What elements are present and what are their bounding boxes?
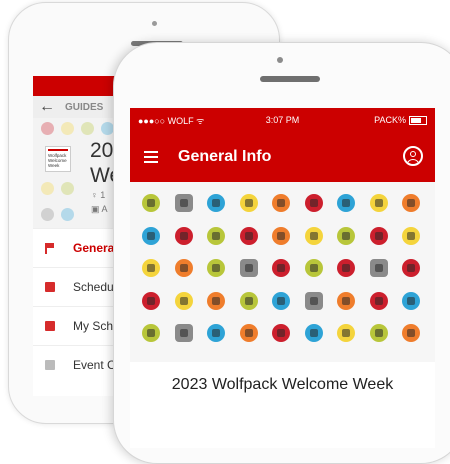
guide-location: ♀ 1 <box>91 190 106 200</box>
front-phone-screen: ●●●○○ WOLF ᯤ 3:07 PM PACK% General Info … <box>130 108 435 448</box>
back-arrow-icon[interactable]: ← <box>39 99 55 115</box>
folder-icon <box>45 360 55 370</box>
menu-item-label: My Sch <box>73 319 114 333</box>
guide-cover-pattern <box>130 182 435 362</box>
camera-icon <box>277 57 283 63</box>
pattern-icon <box>337 194 355 212</box>
pattern-icon <box>174 291 193 310</box>
app-bar: General Info <box>130 132 435 182</box>
pattern-icon <box>369 259 388 277</box>
pattern-icon <box>207 291 225 310</box>
pattern-dot <box>81 122 94 135</box>
pattern-icon <box>337 226 355 245</box>
pattern-icon <box>304 324 323 342</box>
page-title: General Info <box>178 148 272 165</box>
pattern-icon <box>304 291 323 310</box>
hamburger-menu-icon[interactable] <box>144 148 158 166</box>
camera-icon <box>152 21 157 26</box>
pattern-dot <box>41 182 54 195</box>
pattern-icon <box>142 291 160 310</box>
pattern-icon <box>142 226 160 245</box>
menu-item-label: General <box>73 241 118 255</box>
pattern-icon <box>207 324 225 342</box>
calendar-check-icon <box>45 321 55 331</box>
pattern-icon <box>174 194 193 212</box>
pattern-icon <box>304 194 323 212</box>
pattern-icon <box>239 259 258 277</box>
pattern-dot <box>61 182 74 195</box>
pattern-icon <box>337 324 355 342</box>
calendar-icon <box>45 282 55 292</box>
account-icon[interactable] <box>403 146 423 166</box>
pattern-icon <box>207 259 225 277</box>
pattern-icon <box>239 291 258 310</box>
pattern-icon <box>402 324 420 342</box>
pattern-dot <box>41 208 54 221</box>
pattern-icon <box>272 226 290 245</box>
pattern-icon <box>207 226 225 245</box>
pattern-icon <box>402 226 420 245</box>
front-phone-frame: ●●●○○ WOLF ᯤ 3:07 PM PACK% General Info … <box>113 42 450 464</box>
pattern-icon <box>272 194 290 212</box>
pattern-icon <box>239 324 258 342</box>
guide-logo: Wolfpack Welcome Week <box>45 146 71 172</box>
guide-date: ▣ A <box>91 204 108 214</box>
flag-icon <box>45 243 55 254</box>
battery-icon <box>409 115 427 125</box>
pattern-icon <box>304 259 323 277</box>
pattern-icon <box>142 259 160 277</box>
pattern-icon <box>174 324 193 342</box>
pattern-icon <box>402 194 420 212</box>
pattern-dot <box>41 122 54 135</box>
guide-name: 2023 Wolfpack Welcome Week <box>171 376 394 393</box>
status-time: 3:07 PM <box>265 115 300 125</box>
pattern-icon <box>272 291 290 310</box>
pattern-icon <box>272 259 290 277</box>
pattern-icon <box>174 259 193 277</box>
pattern-icon <box>337 259 355 277</box>
pattern-icon <box>369 291 388 310</box>
pattern-dot <box>61 208 74 221</box>
pattern-icon <box>402 291 420 310</box>
pattern-icon <box>402 259 420 277</box>
logo-text: Week <box>48 163 60 168</box>
pattern-icon <box>142 324 160 342</box>
pattern-icon <box>239 194 258 212</box>
pattern-icon <box>272 324 290 342</box>
pattern-icon <box>174 226 193 245</box>
status-bar: ●●●○○ WOLF ᯤ 3:07 PM PACK% <box>130 108 435 132</box>
pattern-icon <box>369 226 388 245</box>
pattern-icon <box>337 291 355 310</box>
pattern-icon <box>239 226 258 245</box>
pattern-icon <box>369 194 388 212</box>
pattern-dot <box>61 122 74 135</box>
pattern-icon <box>304 226 323 245</box>
menu-item-label: Schedu <box>73 280 114 294</box>
pattern-icon <box>207 194 225 212</box>
guides-back-link[interactable]: GUIDES <box>65 102 103 113</box>
speaker-grille <box>260 76 320 82</box>
menu-item-label: Event C <box>73 358 116 372</box>
pattern-icon <box>369 324 388 342</box>
pattern-icon <box>142 194 160 212</box>
